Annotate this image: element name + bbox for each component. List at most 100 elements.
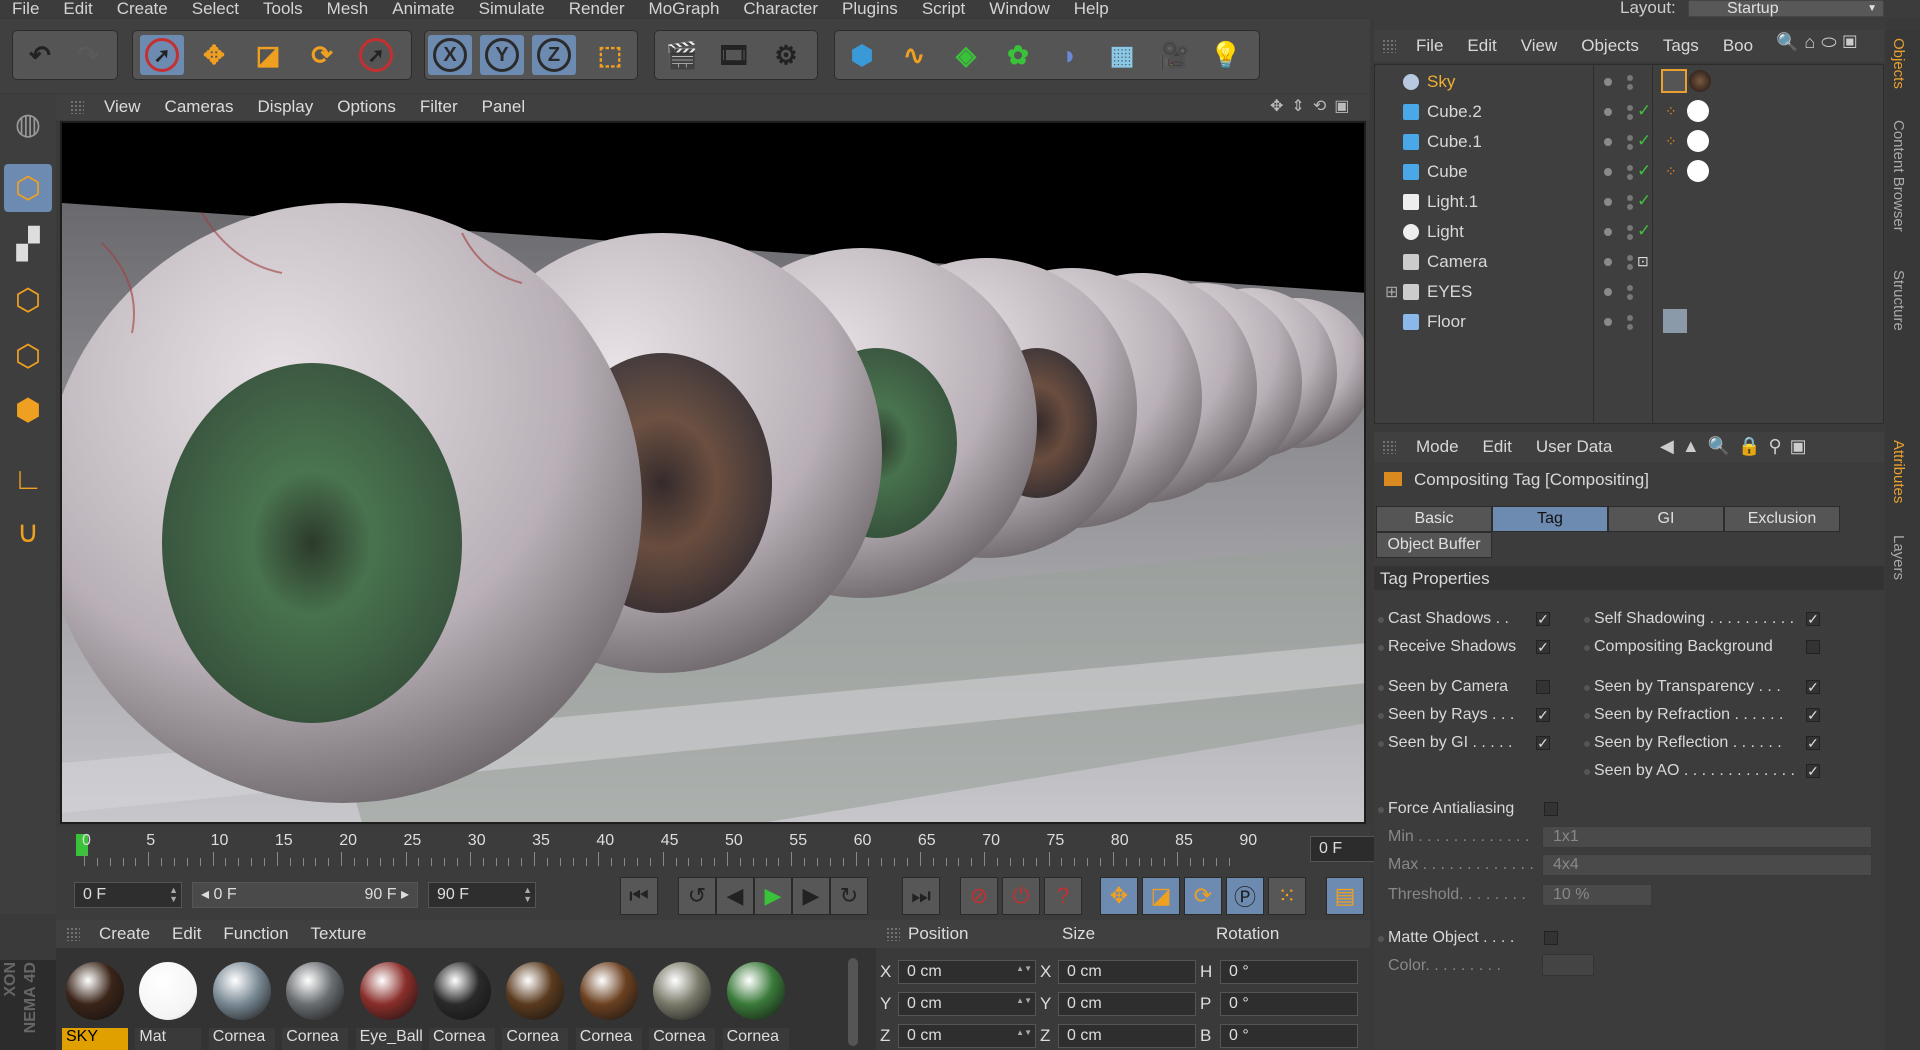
animation-bullet[interactable] — [1378, 617, 1384, 623]
object-row[interactable]: ⊞ EYES — [1375, 277, 1883, 307]
record-icon[interactable]: ⊘ — [960, 877, 998, 915]
render-visibility-dot[interactable] — [1627, 294, 1633, 300]
material-swatch[interactable]: Cornea — [502, 960, 569, 1050]
polygons-mode-icon[interactable]: ⬢ — [4, 386, 52, 434]
object-menu-objects[interactable]: Objects — [1569, 36, 1651, 56]
phong-tag-icon[interactable]: ⁘ — [1665, 133, 1679, 149]
prop-checkbox[interactable]: ✓ — [1806, 680, 1820, 694]
visibility-toggle[interactable] — [1604, 138, 1612, 146]
redo-icon[interactable]: ↷ — [66, 35, 110, 75]
position-field[interactable]: 0 cm ▲▼ — [898, 960, 1036, 984]
viewport-menu-panel[interactable]: Panel — [470, 97, 537, 117]
visibility-toggle[interactable] — [1604, 198, 1612, 206]
viewport-menu-options[interactable]: Options — [325, 97, 408, 117]
size-field[interactable]: 0 cm — [1058, 960, 1196, 984]
editor-visibility-dot[interactable] — [1627, 75, 1633, 81]
material-swatch[interactable]: Cornea — [575, 960, 642, 1050]
enabled-check-icon[interactable]: ✓ — [1637, 221, 1651, 241]
next-key-icon[interactable]: ▶ — [792, 877, 830, 915]
object-row[interactable]: Cube.2 ✓ ⁘ — [1375, 97, 1883, 127]
material-tag-icon[interactable] — [1687, 160, 1709, 182]
axis-z-button[interactable]: Z — [532, 35, 576, 75]
animation-bullet[interactable] — [1378, 685, 1384, 691]
prop-checkbox[interactable]: ✓ — [1806, 736, 1820, 750]
max-frame-field[interactable]: 90 F ▲ ▼ — [428, 882, 536, 908]
viewport-menu-display[interactable]: Display — [246, 97, 326, 117]
grip-handle[interactable] — [70, 100, 84, 114]
rotation-field[interactable]: 0 ° — [1220, 960, 1358, 984]
material-swatch[interactable]: Mat — [135, 960, 202, 1050]
stepper-icon[interactable]: ▲▼ — [1016, 996, 1032, 1005]
render-visibility-dot[interactable] — [1627, 84, 1633, 90]
render-visibility-dot[interactable] — [1627, 174, 1633, 180]
material-tag-icon[interactable] — [1687, 130, 1709, 152]
menu-mesh[interactable]: Mesh — [315, 0, 381, 17]
animation-bullet[interactable] — [1584, 741, 1590, 747]
cloner-icon[interactable]: ✿ — [996, 35, 1040, 75]
object-menu-tags[interactable]: Tags — [1651, 36, 1711, 56]
render-visibility-dot[interactable] — [1627, 324, 1633, 330]
material-swatch[interactable]: Cornea — [282, 960, 349, 1050]
render-picture-viewer-icon[interactable]: 🎞 — [712, 35, 756, 75]
scale-tool-icon[interactable]: ◪ — [246, 35, 290, 75]
object-manager-icons[interactable]: 🔍⌂⬭▣ — [1776, 32, 1863, 53]
threshold-field[interactable]: 10 % — [1542, 884, 1652, 906]
object-row[interactable]: Light ✓ — [1375, 217, 1883, 247]
undo-icon[interactable]: ↶ — [18, 35, 62, 75]
loop-icon[interactable]: ↺ — [678, 877, 716, 915]
viewport-menu-filter[interactable]: Filter — [408, 97, 470, 117]
editor-visibility-dot[interactable] — [1627, 135, 1633, 141]
stepper-icon[interactable]: ▲▼ — [523, 886, 532, 904]
material-menu-create[interactable]: Create — [88, 924, 161, 944]
material-menu-function[interactable]: Function — [212, 924, 299, 944]
material-swatch[interactable]: Eye_Ball — [355, 960, 423, 1050]
tab-gi[interactable]: GI — [1608, 506, 1724, 532]
object-menu-file[interactable]: File — [1404, 36, 1455, 56]
enabled-check-icon[interactable]: ✓ — [1637, 131, 1651, 151]
render-visibility-dot[interactable] — [1627, 144, 1633, 150]
subdivision-icon[interactable]: ◈ — [944, 35, 988, 75]
compositing-tag-icon[interactable] — [1661, 69, 1687, 93]
viewport-menu-view[interactable]: View — [92, 97, 153, 117]
axis-y-button[interactable]: Y — [480, 35, 524, 75]
animation-bullet[interactable] — [1584, 769, 1590, 775]
object-row[interactable]: Cube.1 ✓ ⁘ — [1375, 127, 1883, 157]
animation-bullet[interactable] — [1378, 741, 1384, 747]
key-scale-icon[interactable]: ◪ — [1142, 877, 1180, 915]
timeline-window-icon[interactable]: ▤ — [1326, 877, 1364, 915]
menu-window[interactable]: Window — [977, 0, 1061, 17]
key-parameter-icon[interactable]: Ⓟ — [1226, 877, 1264, 915]
play-icon[interactable]: ▶ — [754, 877, 792, 915]
snap-magnet-icon[interactable]: ∪ — [4, 508, 52, 556]
edges-mode-icon[interactable]: ⬡ — [4, 332, 52, 380]
phong-tag-icon[interactable]: ⁘ — [1665, 103, 1679, 119]
animation-bullet[interactable] — [1378, 713, 1384, 719]
menu-edit[interactable]: Edit — [51, 0, 104, 17]
axis-x-button[interactable]: X — [428, 35, 472, 75]
material-swatch[interactable]: Cornea — [208, 960, 275, 1050]
tab-exclusion[interactable]: Exclusion — [1724, 506, 1840, 532]
stepper-icon[interactable]: ▲▼ — [1016, 1028, 1032, 1037]
material-tag-icon[interactable] — [1687, 100, 1709, 122]
points-mode-icon[interactable]: ⬡ — [4, 276, 52, 324]
animation-bullet[interactable] — [1378, 936, 1384, 942]
visibility-toggle[interactable] — [1604, 168, 1612, 176]
object-row[interactable]: Camera ⊡ — [1375, 247, 1883, 277]
prop-checkbox[interactable]: ✓ — [1806, 708, 1820, 722]
render-visibility-dot[interactable] — [1627, 264, 1633, 270]
tab-structure[interactable]: Structure — [1890, 270, 1907, 331]
visibility-toggle[interactable] — [1604, 258, 1612, 266]
material-swatch[interactable]: SKY — [62, 960, 128, 1050]
visibility-toggle[interactable] — [1604, 318, 1612, 326]
go-to-end-icon[interactable]: ⏭ — [902, 877, 940, 915]
prop-checkbox[interactable]: ✓ — [1806, 612, 1820, 626]
stepper-icon[interactable]: ▲▼ — [169, 886, 178, 904]
axis-mode-icon[interactable]: ∟ — [4, 456, 52, 504]
prop-checkbox[interactable] — [1536, 680, 1550, 694]
loop-forward-icon[interactable]: ↻ — [830, 877, 868, 915]
tab-attributes[interactable]: Attributes — [1890, 440, 1907, 503]
prop-checkbox[interactable]: ✓ — [1806, 764, 1820, 778]
min-dropdown[interactable]: 1x1 — [1542, 826, 1872, 848]
material-menu-texture[interactable]: Texture — [300, 924, 378, 944]
animation-bullet[interactable] — [1584, 617, 1590, 623]
